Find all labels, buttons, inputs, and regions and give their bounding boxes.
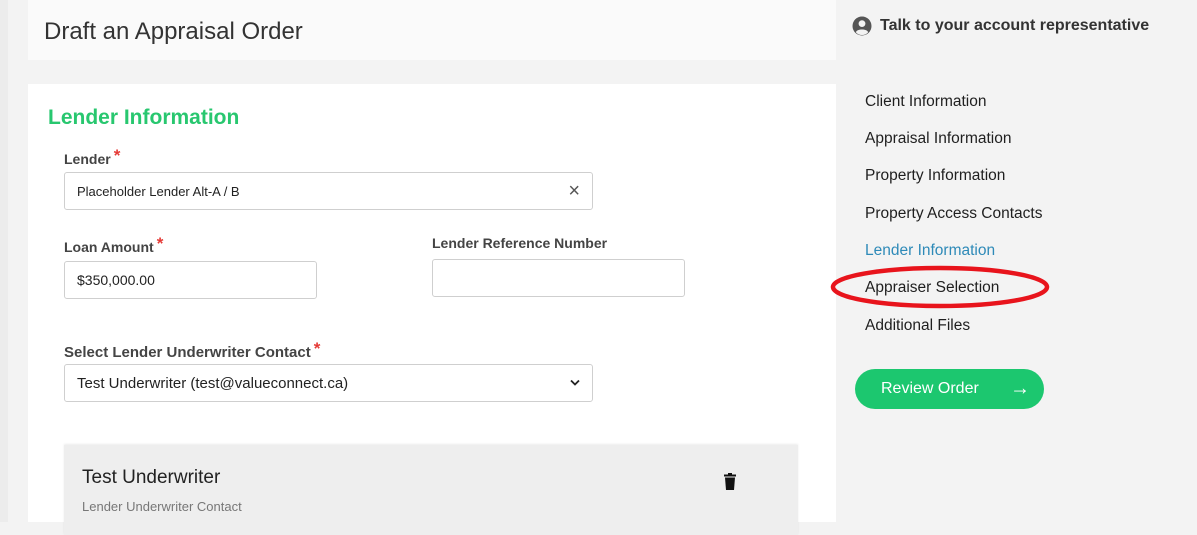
loan-amount-input[interactable]: $350,000.00 [64, 261, 317, 299]
clear-icon[interactable]: × [568, 181, 580, 201]
trash-icon[interactable] [724, 473, 736, 490]
annotation-circle [830, 265, 1050, 309]
chevron-down-icon [570, 379, 580, 386]
underwriter-selected-value: Test Underwriter (test@valueconnect.ca) [77, 374, 349, 392]
user-circle-icon [852, 16, 872, 36]
review-order-button[interactable]: Review Order → [855, 369, 1044, 409]
underwriter-label-text: Select Lender Underwriter Contact [64, 344, 311, 361]
lender-label-text: Lender [64, 151, 111, 167]
reference-number-input[interactable] [432, 259, 685, 297]
lender-form-panel: Lender Information Lender * Placeholder L… [28, 84, 836, 535]
lender-value: Placeholder Lender Alt-A / B [77, 183, 240, 199]
loan-amount-label-text: Loan Amount [64, 239, 154, 255]
underwriter-select[interactable]: Test Underwriter (test@valueconnect.ca) [64, 364, 593, 402]
loan-amount-value: $350,000.00 [77, 272, 155, 288]
required-marker: * [313, 339, 321, 358]
required-marker: * [113, 146, 121, 165]
page-title: Draft an Appraisal Order [44, 18, 303, 45]
left-gutter [0, 0, 8, 522]
nav-item-property-access-contacts[interactable]: Property Access Contacts [865, 205, 1042, 223]
contact-name: Test Underwriter [82, 467, 221, 488]
nav-item-appraisal-information[interactable]: Appraisal Information [865, 130, 1011, 148]
page-header: Draft an Appraisal Order [28, 0, 836, 60]
nav-item-lender-information[interactable]: Lender Information [865, 242, 995, 260]
reference-label: Lender Reference Number [432, 235, 608, 251]
review-order-label: Review Order [881, 380, 979, 397]
loan-amount-label: Loan Amount * [64, 234, 163, 255]
arrow-right-icon: → [1010, 377, 1030, 400]
contact-role: Lender Underwriter Contact [82, 499, 242, 514]
nav-item-additional-files[interactable]: Additional Files [865, 317, 970, 335]
section-title: Lender Information [48, 106, 240, 129]
nav-item-client-information[interactable]: Client Information [865, 93, 986, 111]
account-rep-link[interactable]: Talk to your account representative [852, 16, 1149, 36]
lender-field[interactable]: Placeholder Lender Alt-A / B × [64, 172, 593, 210]
nav-item-property-information[interactable]: Property Information [865, 167, 1005, 185]
account-rep-label: Talk to your account representative [880, 17, 1150, 34]
underwriter-label: Select Lender Underwriter Contact * [64, 339, 320, 361]
required-marker: * [156, 234, 164, 253]
lender-label: Lender * [64, 146, 120, 167]
